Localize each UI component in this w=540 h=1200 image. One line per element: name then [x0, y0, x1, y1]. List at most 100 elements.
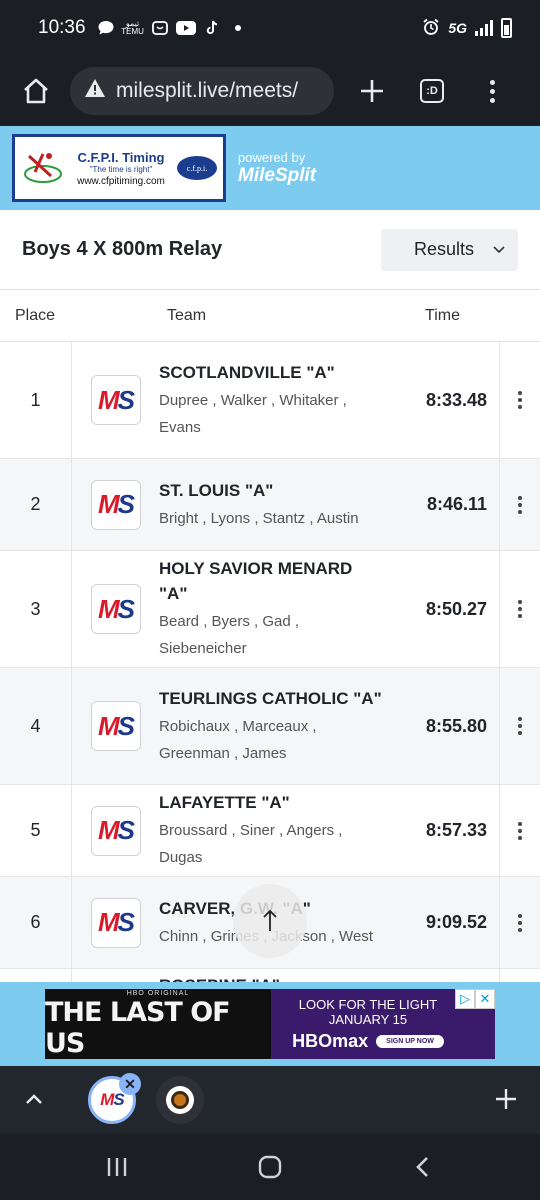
row-time: 9:09.52 — [425, 912, 487, 932]
row-more-button[interactable] — [499, 342, 540, 458]
close-tab-icon[interactable]: ✕ — [119, 1073, 141, 1095]
row-time: 8:55.80 — [425, 715, 487, 736]
battery-icon — [501, 18, 512, 38]
tab-switcher-button[interactable]: :D — [410, 69, 454, 113]
table-row[interactable]: 2 MS ST. LOUIS "A" Bright , Lyons , Stan… — [0, 459, 540, 551]
team-logo-icon: MS — [90, 805, 141, 856]
not-secure-warning-icon[interactable] — [84, 78, 106, 104]
row-time: 8:57.33 — [425, 820, 487, 840]
team-athletes: Bright , Lyons , Stantz , Austin — [159, 509, 359, 527]
plus-icon — [496, 1088, 516, 1109]
tiktok-notification-icon — [202, 19, 222, 37]
signal-strength-icon — [475, 20, 493, 36]
team-athletes: Broussard , Siner , Angers , Dugas — [159, 822, 343, 866]
timing-banner: C.F.P.I. Timing "The time is right" www.… — [0, 126, 540, 210]
team-logo-icon: MS — [90, 584, 141, 634]
arrow-up-icon — [263, 909, 277, 931]
runner-logo-icon — [21, 148, 65, 188]
header-time[interactable]: Time — [252, 307, 462, 325]
adchoices-icon[interactable]: ▷ — [455, 989, 475, 1009]
row-more-button[interactable] — [499, 877, 540, 968]
tab-count: :D — [420, 79, 444, 103]
row-more-button[interactable] — [499, 459, 540, 550]
cfpi-motto: "The time is right" — [89, 164, 153, 174]
team-name[interactable]: HOLY SAVIOR MENARD "A" — [159, 556, 385, 606]
table-row[interactable]: 4 MS TEURLINGS CATHOLIC "A" Robichaux , … — [0, 668, 540, 785]
team-athletes: Beard , Byers , Gad , Siebeneicher — [159, 613, 300, 657]
team-logo-icon: MS — [90, 701, 141, 751]
chat-notification-icon — [96, 19, 116, 37]
team-name[interactable]: TEURLINGS CATHOLIC "A" — [159, 686, 385, 711]
tab-other[interactable] — [156, 1076, 204, 1124]
row-time: 8:50.27 — [425, 598, 487, 619]
team-logo-icon: MS — [90, 479, 141, 530]
recent-apps-button[interactable] — [97, 1147, 137, 1187]
tab-milesplit[interactable]: MS ✕ — [88, 1073, 141, 1124]
cfpi-site: www.cfpitiming.com — [77, 175, 165, 187]
row-time: 8:33.48 — [425, 389, 487, 410]
plus-icon — [361, 80, 383, 102]
chevron-down-icon — [493, 245, 505, 253]
back-button[interactable] — [403, 1147, 443, 1187]
ad-signup-button[interactable]: SIGN UP NOW — [376, 1034, 444, 1048]
row-more-button[interactable] — [499, 551, 540, 667]
table-row[interactable]: 5 MS LAFAYETTE "A" Broussard , Siner , A… — [0, 785, 540, 877]
team-name[interactable]: ROSEPINE "A" — [159, 973, 385, 982]
powered-by-milesplit[interactable]: powered by MileSplit — [238, 150, 316, 187]
scroll-to-top-button[interactable] — [233, 884, 307, 958]
view-select-value: Results — [414, 239, 475, 259]
ad-brand: HBOmax — [292, 1030, 369, 1051]
browser-toolbar: milesplit.live/meets/ :D — [0, 56, 540, 126]
more-vert-icon — [518, 913, 522, 932]
alarm-icon — [422, 18, 440, 39]
team-logo-icon: MS — [90, 897, 141, 948]
ad-banner-area: HBO ORIGINAL THE LAST OF US LOOK FOR THE… — [0, 982, 540, 1066]
ad-line1: LOOK FOR THE LIGHT — [298, 996, 438, 1012]
milesplit-brand: MileSplit — [238, 164, 317, 186]
team-athletes: Robichaux , Marceaux , Greenman , James — [159, 717, 317, 762]
address-bar[interactable]: milesplit.live/meets/ — [70, 67, 334, 115]
youtube-notification-icon — [175, 19, 196, 37]
team-logo-icon: MS — [90, 375, 141, 425]
table-row[interactable]: 3 MS HOLY SAVIOR MENARD "A" Beard , Byer… — [0, 551, 540, 668]
cfpi-oval-logo: c.f.p.i. — [177, 156, 217, 180]
row-place: 4 — [0, 668, 72, 784]
home-button[interactable] — [16, 71, 56, 111]
home-circle-icon — [258, 1155, 282, 1179]
chevron-up-icon — [26, 1094, 42, 1104]
more-vert-icon — [518, 495, 522, 514]
browser-menu-button[interactable] — [470, 69, 514, 113]
row-place: 3 — [0, 551, 72, 667]
row-more-button[interactable] — [499, 785, 540, 876]
ad-title: THE LAST OF US — [45, 996, 231, 1059]
table-header: Place Team Time — [0, 290, 540, 342]
expand-tab-group-button[interactable] — [22, 1088, 46, 1112]
cfpi-title: C.F.P.I. Timing — [77, 149, 165, 165]
cfpi-logo-box[interactable]: C.F.P.I. Timing "The time is right" www.… — [12, 134, 226, 202]
status-bar: 10:36 ﺗﯿﻤﻮ TEMU 5G — [0, 0, 540, 56]
strip-new-tab-button[interactable] — [494, 1081, 518, 1120]
milesplit-favicon: MS — [100, 1090, 125, 1109]
ad-close-icon[interactable]: ✕ — [475, 989, 495, 1009]
ad-banner[interactable]: HBO ORIGINAL THE LAST OF US LOOK FOR THE… — [45, 989, 495, 1059]
row-more-button[interactable] — [499, 969, 540, 982]
more-notifications-dot-icon — [228, 19, 248, 37]
row-place: 2 — [0, 459, 72, 550]
more-vert-icon — [518, 600, 522, 618]
home-icon — [24, 78, 48, 104]
results-table: Place Team Time 1 MS SCOTLANDVILLE "A" D… — [0, 290, 540, 982]
team-name[interactable]: ST. LOUIS "A" — [159, 478, 385, 503]
header-team[interactable]: Team — [72, 307, 252, 325]
home-nav-button[interactable] — [250, 1147, 290, 1187]
view-select-dropdown[interactable]: Results — [381, 228, 518, 271]
more-vert-icon — [518, 717, 522, 735]
new-tab-button[interactable] — [350, 69, 394, 113]
team-name[interactable]: LAFAYETTE "A" — [159, 790, 385, 815]
table-row[interactable]: 1 MS SCOTLANDVILLE "A" Dupree , Walker ,… — [0, 342, 540, 459]
header-place[interactable]: Place — [0, 307, 72, 325]
more-vert-icon — [518, 821, 522, 840]
team-name[interactable]: SCOTLANDVILLE "A" — [159, 360, 385, 385]
row-more-button[interactable] — [499, 668, 540, 784]
url-text[interactable]: milesplit.live/meets/ — [116, 79, 298, 103]
table-row[interactable]: ROSEPINE "A" — [0, 969, 540, 982]
